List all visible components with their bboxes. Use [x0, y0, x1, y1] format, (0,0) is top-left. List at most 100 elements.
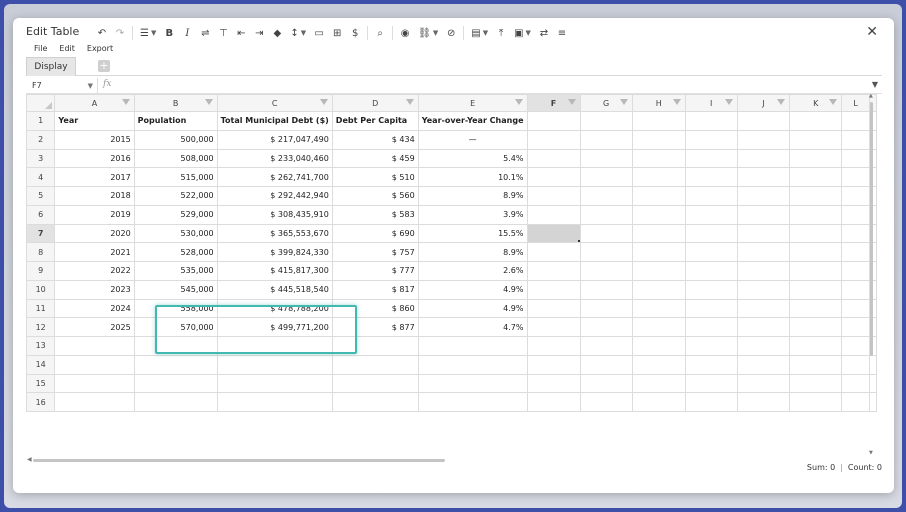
cell-b9[interactable]: 535,000	[133, 261, 218, 281]
cell-i10[interactable]	[684, 279, 738, 300]
column-header-l[interactable]: L	[841, 94, 870, 112]
cell-j1[interactable]	[736, 111, 791, 131]
cell-e3[interactable]: 5.4%	[417, 148, 528, 169]
cell-e8[interactable]: 8.9%	[417, 242, 528, 262]
cell-a10[interactable]: 2023	[54, 279, 135, 300]
filter-icon[interactable]	[619, 99, 628, 105]
cell-b3[interactable]: 508,000	[133, 148, 218, 169]
close-icon[interactable]: ✕	[866, 24, 878, 40]
cell-f15[interactable]	[526, 373, 581, 394]
cell-f3[interactable]	[526, 148, 581, 169]
column-header-j[interactable]: J	[736, 94, 791, 112]
view-icon[interactable]: ◉	[398, 24, 412, 42]
unlink-icon[interactable]: ⊘	[444, 24, 458, 42]
cell-g12[interactable]	[579, 317, 633, 337]
cell-e1[interactable]: Year-over-Year Change	[417, 111, 528, 131]
column-header-f[interactable]: F	[526, 94, 581, 112]
column-header-i[interactable]: I	[684, 94, 738, 112]
row-header[interactable]: 13	[26, 336, 56, 356]
menu-edit[interactable]: Edit	[59, 44, 75, 53]
cell-e14[interactable]	[417, 354, 528, 375]
cell-e7[interactable]: 15.5%	[417, 223, 528, 244]
cell-f11[interactable]	[526, 298, 581, 319]
cell-e4[interactable]: 10.1%	[417, 167, 528, 187]
column-header-b[interactable]: B	[133, 94, 218, 112]
cell-j13[interactable]	[736, 336, 791, 356]
cell-a16[interactable]	[54, 392, 135, 412]
column-header-e[interactable]: E	[417, 94, 528, 112]
cell-c12[interactable]: $ 499,771,200	[216, 317, 333, 337]
upload-icon[interactable]: ⤒	[494, 24, 508, 42]
cell-g9[interactable]	[579, 261, 633, 281]
cell-g7[interactable]	[579, 223, 633, 244]
cell-i13[interactable]	[684, 336, 738, 356]
cell-a6[interactable]: 2019	[54, 204, 135, 225]
cell-d9[interactable]: $ 777	[331, 261, 419, 281]
cell-e9[interactable]: 2.6%	[417, 261, 528, 281]
filter-icon[interactable]	[724, 99, 733, 105]
cell-i9[interactable]	[684, 261, 738, 281]
cell-k1[interactable]	[789, 111, 843, 131]
cell-a13[interactable]	[54, 336, 135, 356]
cell-k3[interactable]	[789, 148, 843, 169]
column-header-a[interactable]: A	[54, 94, 135, 112]
cell-i7[interactable]	[684, 223, 738, 244]
cell-g2[interactable]	[579, 129, 633, 150]
row-header[interactable]: 15	[26, 373, 56, 394]
currency-icon[interactable]: $	[348, 24, 362, 42]
cell-j6[interactable]	[736, 204, 791, 225]
filter-icon[interactable]	[829, 99, 838, 105]
cell-f13[interactable]	[526, 336, 581, 356]
cell-a3[interactable]: 2016	[54, 148, 135, 169]
text-top-icon[interactable]: ⊤	[216, 24, 230, 42]
list-icon[interactable]: ≡	[555, 24, 569, 42]
cell-h14[interactable]	[631, 354, 686, 375]
cell-l16[interactable]	[841, 392, 870, 412]
cell-d1[interactable]: Debt Per Capita	[331, 111, 419, 131]
cell-i1[interactable]	[684, 111, 738, 131]
cell-f8[interactable]	[526, 242, 581, 262]
cell-k13[interactable]	[789, 336, 843, 356]
cell-e2[interactable]: —	[417, 129, 528, 150]
cell-j10[interactable]	[736, 279, 791, 300]
row-header[interactable]: 14	[26, 354, 56, 375]
cell-b10[interactable]: 545,000	[133, 279, 218, 300]
cell-b15[interactable]	[133, 373, 218, 394]
filter-icon[interactable]	[514, 99, 523, 105]
cell-name-box[interactable]: F7 ▼	[26, 78, 98, 94]
row-header[interactable]: 3	[26, 148, 56, 169]
row-header[interactable]: 9	[26, 261, 56, 281]
cell-k15[interactable]	[789, 373, 843, 394]
fill-color-icon[interactable]: ◆	[270, 24, 284, 42]
cell-d4[interactable]: $ 510	[331, 167, 419, 187]
link-dropdown[interactable]: ⛓ ▼	[416, 24, 440, 42]
cell-a7[interactable]: 2020	[54, 223, 135, 244]
cell-e5[interactable]: 8.9%	[417, 186, 528, 206]
cell-g8[interactable]	[579, 242, 633, 262]
filter-icon[interactable]	[204, 99, 213, 105]
cell-h10[interactable]	[631, 279, 686, 300]
cell-e6[interactable]: 3.9%	[417, 204, 528, 225]
cell-l3[interactable]	[841, 148, 870, 169]
cell-j15[interactable]	[736, 373, 791, 394]
cell-k6[interactable]	[789, 204, 843, 225]
cell-i5[interactable]	[684, 186, 738, 206]
scroll-down-icon[interactable]: ▼	[869, 450, 873, 456]
cell-l9[interactable]	[841, 261, 870, 281]
cell-k9[interactable]	[789, 261, 843, 281]
cell-f16[interactable]	[526, 392, 581, 412]
cell-d14[interactable]	[331, 354, 419, 375]
cell-h4[interactable]	[631, 167, 686, 187]
search-icon[interactable]: ⌕	[373, 24, 387, 42]
cell-l13[interactable]	[841, 336, 870, 356]
cell-h1[interactable]	[631, 111, 686, 131]
cell-e10[interactable]: 4.9%	[417, 279, 528, 300]
cell-e11[interactable]: 4.9%	[417, 298, 528, 319]
cell-i4[interactable]	[684, 167, 738, 187]
align-dropdown[interactable]: ☰ ▼	[138, 24, 158, 42]
cell-d16[interactable]	[331, 392, 419, 412]
cell-j11[interactable]	[736, 298, 791, 319]
cell-k14[interactable]	[789, 354, 843, 375]
column-header-k[interactable]: K	[789, 94, 843, 112]
merge-cells-icon[interactable]: ▭	[312, 24, 326, 42]
